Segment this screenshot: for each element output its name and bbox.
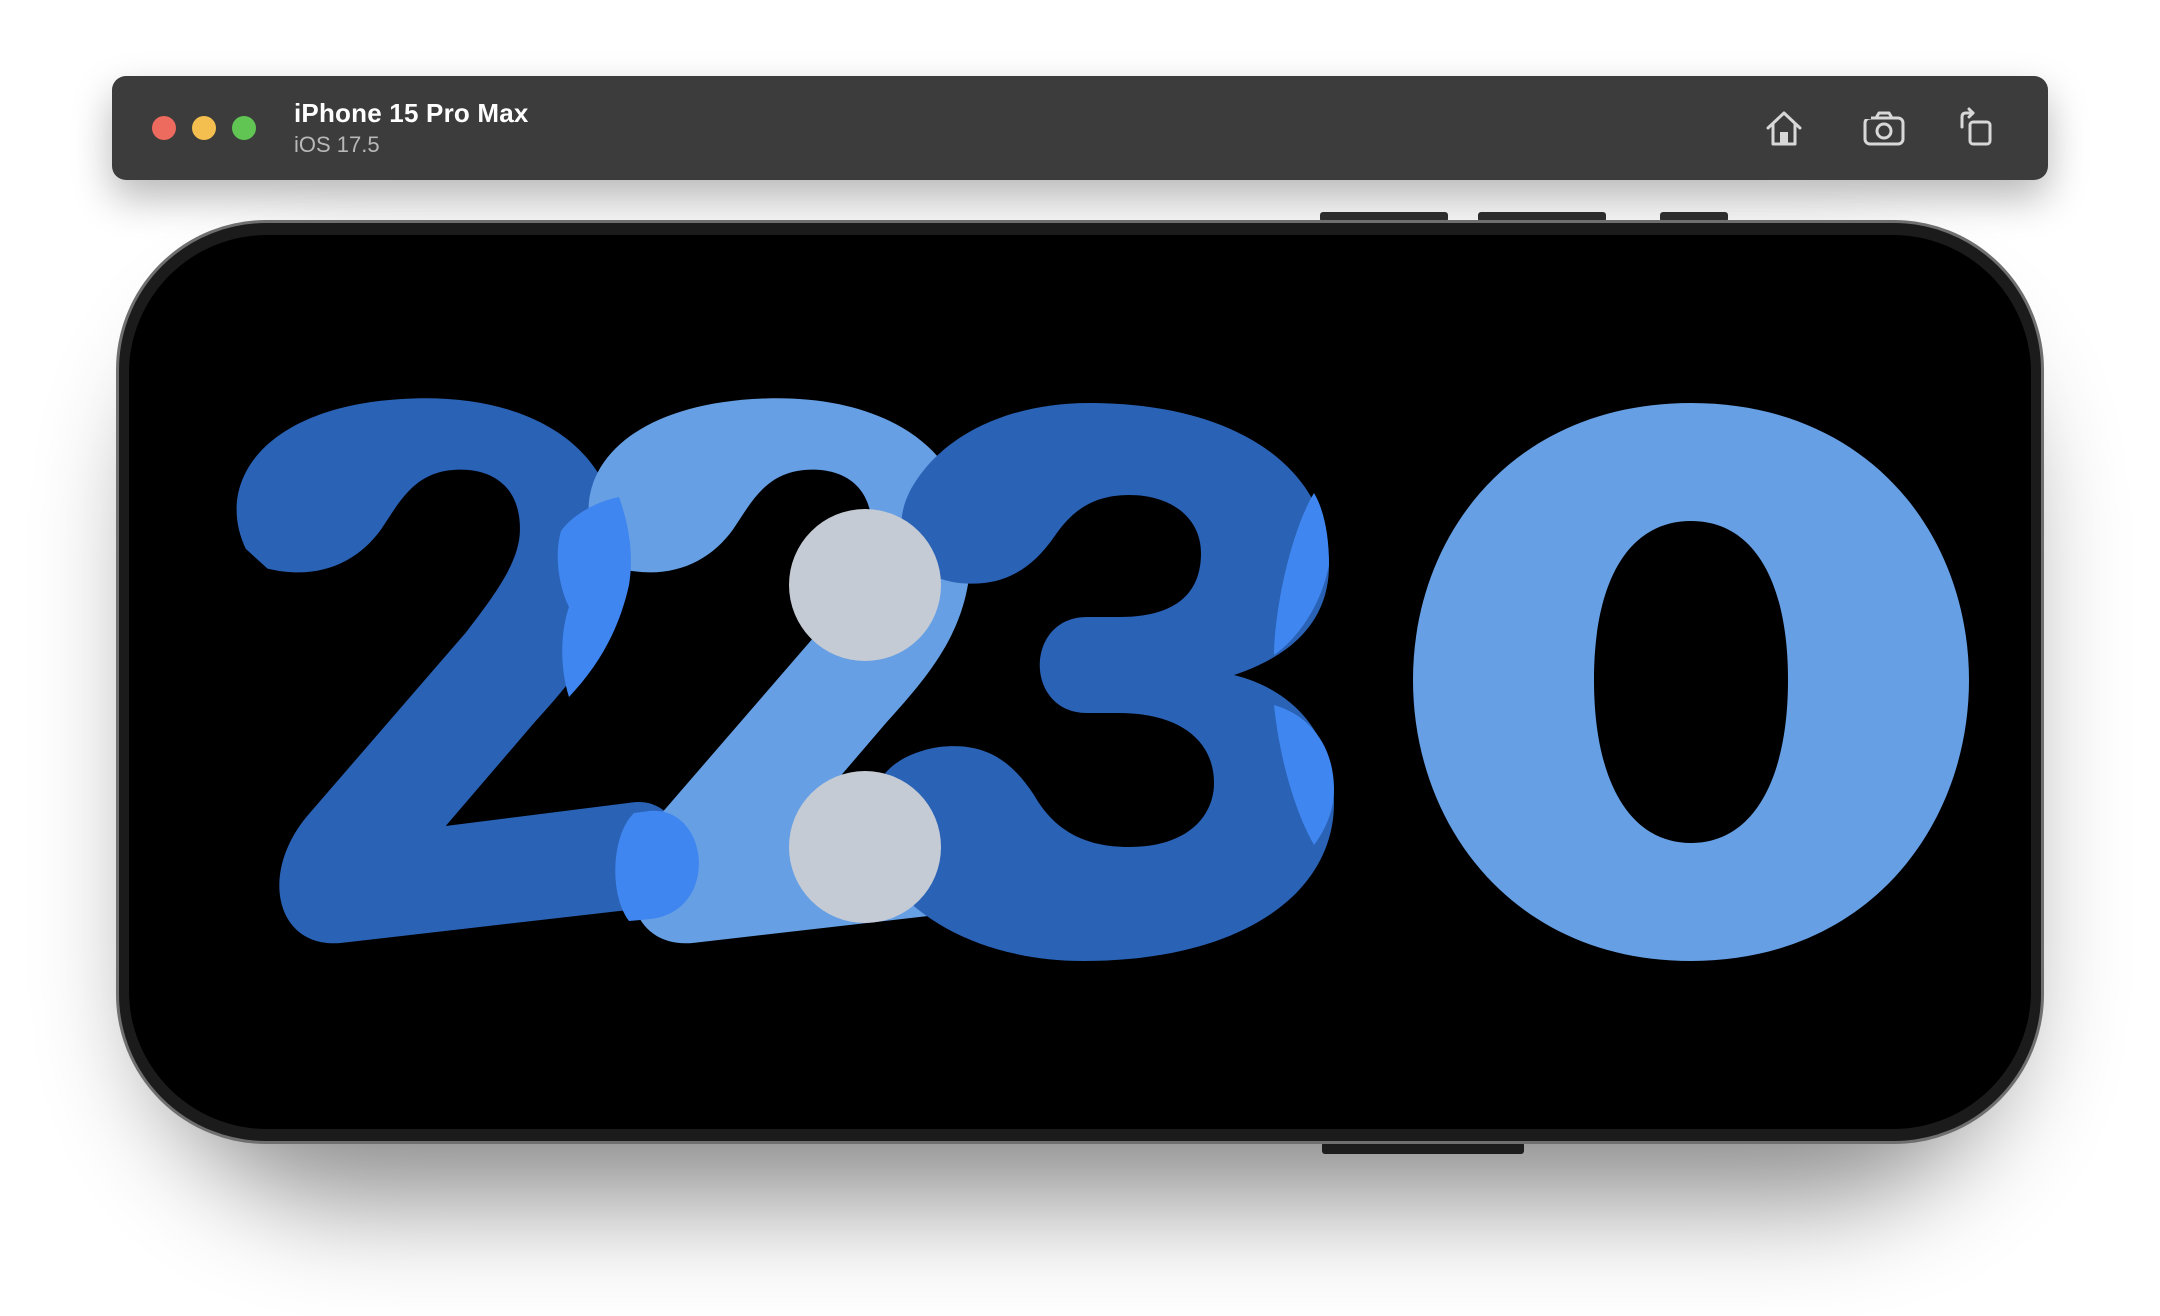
simulator-window: iPhone 15 Pro Max iOS 17.5: [0, 0, 2160, 1316]
standby-screen[interactable]: [129, 235, 2031, 1129]
rotate-button[interactable]: [1950, 102, 2002, 154]
camera-icon: [1861, 111, 1905, 146]
simulator-title-bar[interactable]: iPhone 15 Pro Max iOS 17.5: [112, 76, 2048, 180]
iphone-device-frame: [116, 220, 2044, 1144]
os-version: iOS 17.5: [294, 132, 380, 157]
rotate-icon: [1960, 107, 1992, 146]
clock-digit-4: [1413, 403, 1969, 961]
zoom-window-button[interactable]: [232, 116, 256, 140]
colon-dot-bottom: [789, 771, 941, 923]
clock-digit-3: [868, 403, 1334, 961]
colon-dot-top: [789, 509, 941, 661]
close-window-button[interactable]: [152, 116, 176, 140]
standby-clock: [236, 398, 1969, 961]
device-name: iPhone 15 Pro Max: [294, 98, 529, 128]
home-icon: [1766, 111, 1802, 146]
minimize-window-button[interactable]: [192, 116, 216, 140]
home-button[interactable]: [1758, 102, 1810, 154]
screenshot-button[interactable]: [1858, 102, 1910, 154]
